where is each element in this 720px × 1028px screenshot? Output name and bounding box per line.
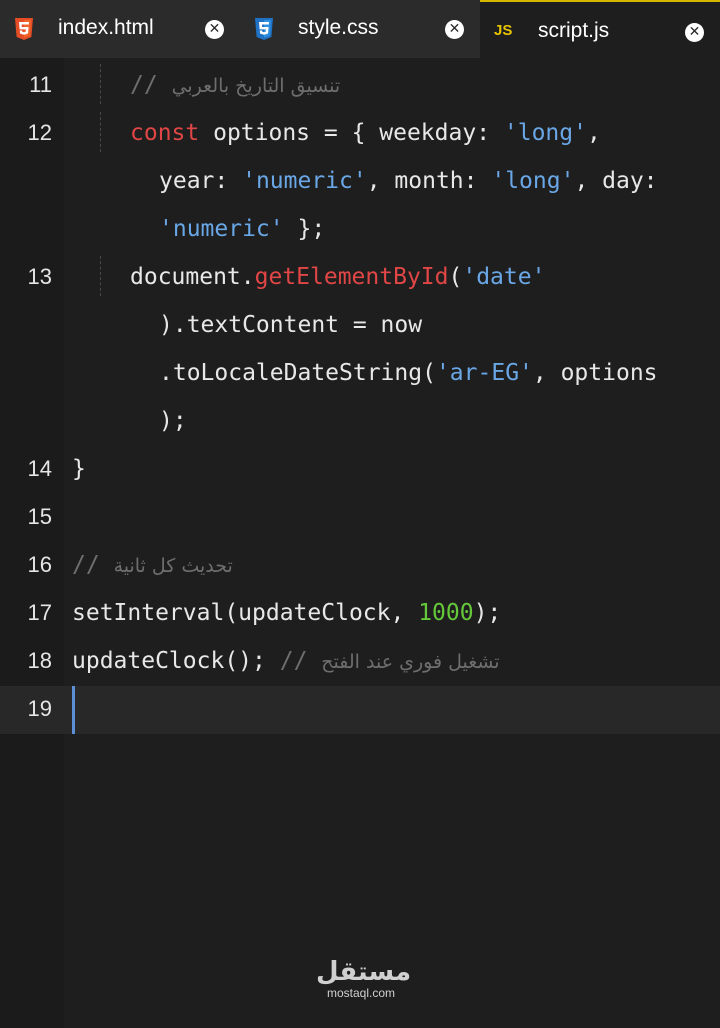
comment-text: تشغيل فوري عند الفتح: [321, 651, 500, 673]
code-text: updateClock();: [72, 648, 280, 674]
code-line-11[interactable]: // تنسيق التاريخ بالعربي: [130, 72, 340, 98]
indent-guide: [100, 64, 101, 104]
number-literal: 1000: [418, 600, 474, 626]
watermark-latin: mostaql.com: [326, 986, 396, 1000]
code-text: setInterval(updateClock,: [72, 600, 419, 626]
keyword: const: [130, 120, 200, 146]
indent-guide: [100, 112, 101, 152]
code-line-18[interactable]: updateClock(); // تشغيل فوري عند الفتح: [72, 648, 500, 674]
comment-slashes: //: [72, 552, 100, 578]
close-tab-icon[interactable]: ✕: [685, 23, 704, 42]
mostaql-watermark: مستقل mostaql.com: [316, 957, 412, 1000]
string-literal: 'long': [491, 168, 575, 194]
line-number: 12: [27, 120, 52, 145]
string-literal: 'numeric': [159, 216, 284, 242]
code-text: options = { weekday:: [199, 120, 504, 146]
watermark-arabic: مستقل: [316, 957, 412, 987]
method-name: getElementById: [254, 264, 449, 290]
line-number: 13: [27, 264, 52, 289]
line-number: 14: [27, 456, 52, 481]
code-text: .toLocaleDateString(: [159, 360, 436, 386]
code-text: year:: [159, 168, 243, 194]
code-line-16[interactable]: // تحديث كل ثانية: [72, 552, 233, 578]
code-text: , options: [532, 360, 658, 386]
line-number: 11: [29, 72, 52, 97]
html5-icon: [15, 18, 33, 40]
text-cursor: [72, 686, 75, 734]
tab-script-js[interactable]: JS script.js ✕: [480, 0, 720, 58]
code-line-13-wrap[interactable]: .toLocaleDateString('ar-EG', options: [159, 360, 658, 386]
js-icon: JS: [494, 22, 513, 39]
line-number: 19: [27, 696, 52, 721]
code-line-17[interactable]: setInterval(updateClock, 1000);: [72, 600, 501, 626]
line-number: 15: [27, 504, 52, 529]
code-text: document.: [130, 264, 255, 290]
code-line-14[interactable]: }: [72, 456, 86, 482]
string-literal: 'date': [462, 264, 546, 290]
line-number: 18: [27, 648, 52, 673]
indent-guide: [100, 256, 101, 296]
tab-index-html[interactable]: index.html ✕: [0, 0, 240, 58]
code-line-13[interactable]: document.getElementById('date': [130, 264, 545, 290]
code-text: ).textContent = now: [159, 312, 423, 338]
code-text: };: [283, 216, 326, 242]
tab-label: script.js: [538, 19, 610, 42]
close-tab-icon[interactable]: ✕: [445, 20, 464, 39]
line-number-gutter: [0, 58, 64, 1028]
code-line-13-wrap[interactable]: ).textContent = now: [159, 312, 422, 338]
code-line-12-wrap[interactable]: 'numeric' };: [159, 216, 325, 242]
string-literal: 'numeric': [242, 168, 367, 194]
code-line-12-wrap[interactable]: year: 'numeric', month: 'long', day:: [159, 168, 658, 194]
comment-slashes: //: [279, 648, 308, 674]
string-literal: 'long': [503, 120, 587, 146]
comment-text: تحديث كل ثانية: [113, 555, 233, 577]
code-text: );: [159, 408, 187, 434]
string-literal: 'ar-EG': [435, 360, 533, 386]
tab-label: style.css: [298, 16, 379, 39]
code-text: (: [448, 264, 463, 290]
code-text: );: [473, 600, 502, 626]
code-text: , month:: [366, 168, 492, 194]
current-line-highlight: [0, 686, 720, 734]
comment-slashes: //: [130, 72, 158, 98]
comment-text: تنسيق التاريخ بالعربي: [171, 75, 341, 97]
code-text: }: [72, 456, 86, 482]
code-text: , day:: [574, 168, 658, 194]
line-number: 16: [27, 552, 52, 577]
tab-label: index.html: [58, 16, 154, 39]
editor-tab-bar: index.html ✕ style.css ✕ JS script.js ✕: [0, 0, 720, 58]
close-tab-icon[interactable]: ✕: [205, 20, 224, 39]
tab-style-css[interactable]: style.css ✕: [240, 0, 480, 58]
code-text: ,: [586, 120, 601, 146]
code-line-12[interactable]: const options = { weekday: 'long',: [130, 120, 601, 146]
line-number: 17: [27, 600, 52, 625]
css3-icon: [255, 18, 273, 40]
code-line-13-wrap[interactable]: );: [159, 408, 187, 434]
